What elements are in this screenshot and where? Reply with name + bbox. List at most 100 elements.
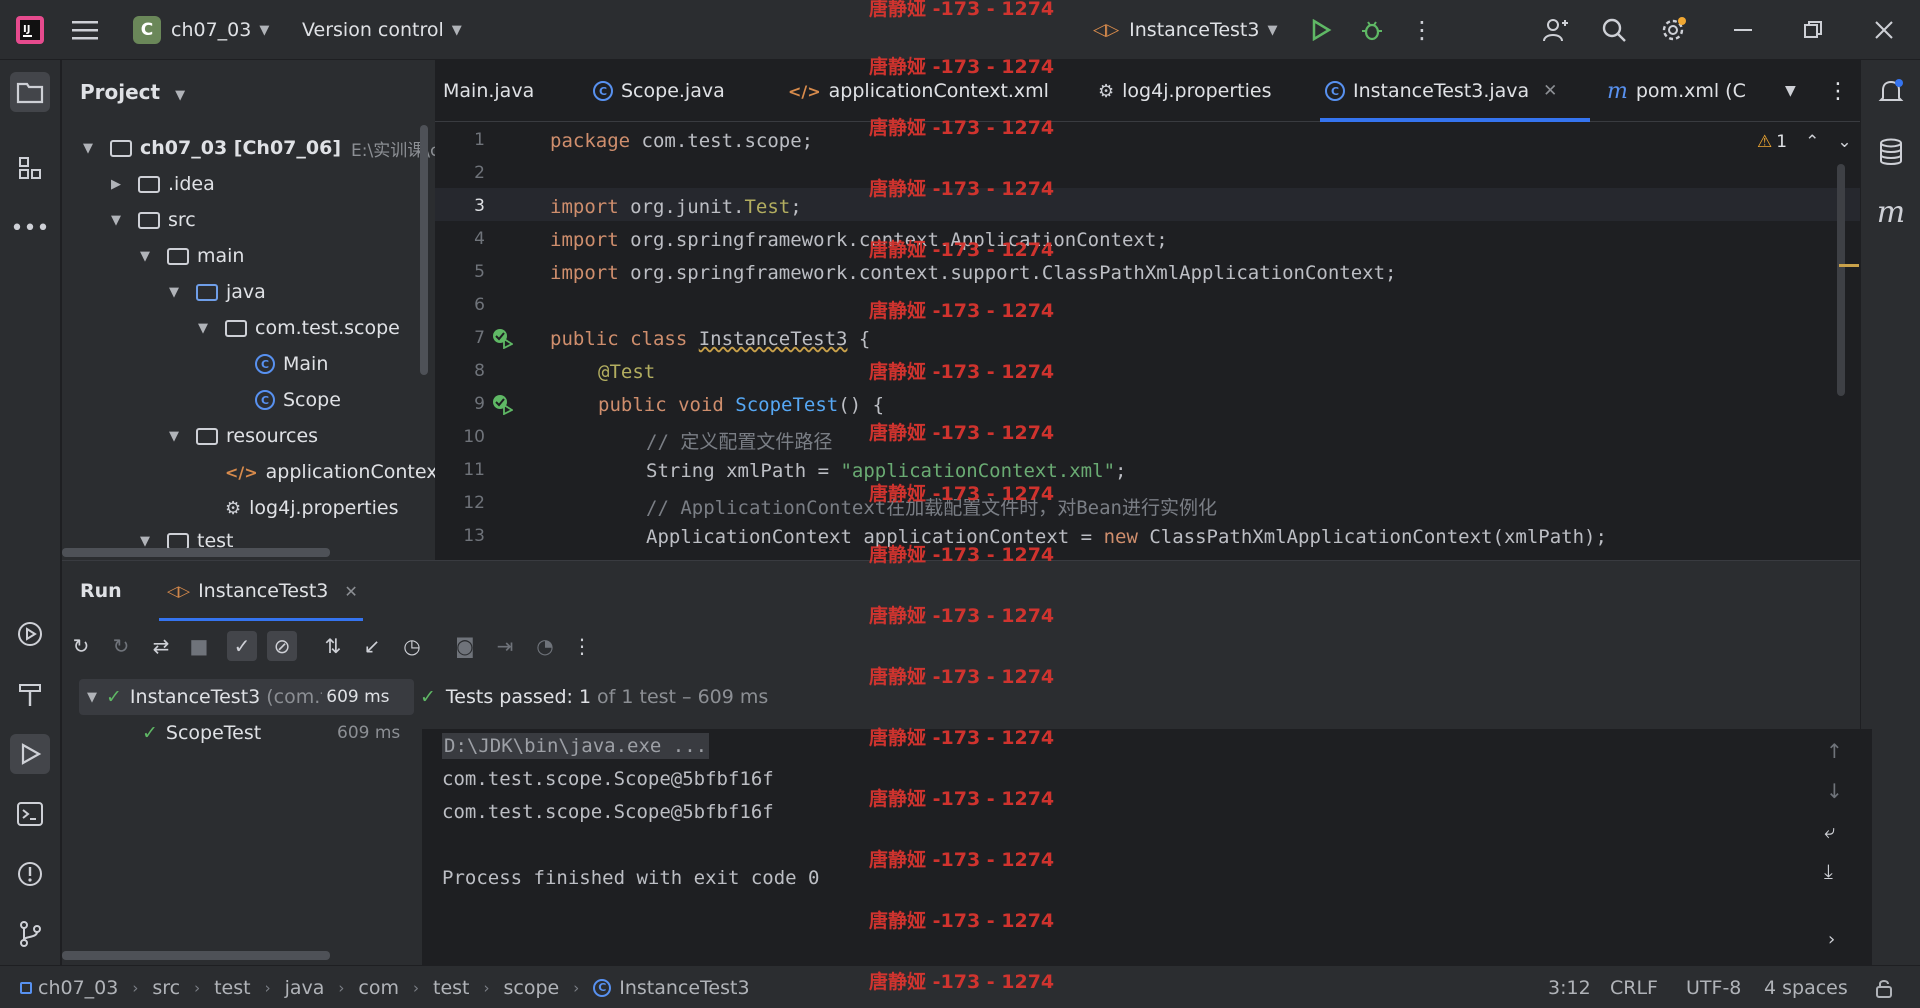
- history-icon[interactable]: ◷: [397, 631, 427, 661]
- tree-item-resources[interactable]: ▼ resources: [166, 418, 318, 454]
- tab-scope-java[interactable]: C Scope.java: [593, 60, 725, 122]
- maven-icon[interactable]: m: [1871, 192, 1911, 232]
- app-logo-icon[interactable]: IJ: [16, 0, 44, 60]
- show-ignored-icon[interactable]: ⊘: [267, 631, 297, 661]
- toggle-auto-test-icon[interactable]: ⇄: [146, 631, 176, 661]
- breadcrumb-item[interactable]: java: [285, 977, 325, 999]
- tab-run-config[interactable]: ◁▷ InstanceTest3 ✕: [159, 561, 366, 621]
- tree-item-idea[interactable]: ▶ .idea: [108, 166, 215, 202]
- tab-log4j-properties[interactable]: ⚙ log4j.properties: [1098, 60, 1271, 122]
- close-tab-icon[interactable]: ✕: [1543, 81, 1557, 101]
- breadcrumb-item[interactable]: test: [214, 977, 251, 999]
- main-menu-icon[interactable]: [72, 0, 98, 60]
- tab-pom-xml[interactable]: m pom.xml (Ch(: [1607, 60, 1747, 122]
- version-control-menu[interactable]: Version control ▼: [302, 0, 462, 60]
- show-passed-icon[interactable]: ✓: [227, 631, 257, 661]
- structure-tool-icon[interactable]: [10, 148, 50, 188]
- problems-tool-icon[interactable]: [10, 854, 50, 894]
- services-tool-icon[interactable]: [10, 614, 50, 654]
- test-row-scopetest[interactable]: ✓ ScopeTest: [142, 715, 261, 751]
- inspection-widget[interactable]: ⚠ 1 ⌃ ⌄: [1757, 132, 1852, 152]
- editor-scrollbar[interactable]: [1837, 164, 1845, 396]
- read-only-toggle-icon[interactable]: [1874, 966, 1894, 1008]
- vertical-scrollbar[interactable]: [420, 125, 428, 375]
- sort-icon[interactable]: ⇅: [318, 631, 348, 661]
- indent-setting[interactable]: 4 spaces: [1764, 966, 1848, 1008]
- chevron-down-icon[interactable]: ▼: [166, 429, 182, 444]
- tree-item-java[interactable]: ▼ java: [166, 274, 266, 310]
- more-actions-icon[interactable]: ⋮: [1404, 12, 1440, 48]
- coverage-icon[interactable]: ◔: [530, 631, 560, 661]
- tree-item-main-class[interactable]: C Main: [255, 346, 328, 382]
- tree-item-package[interactable]: ▼ com.test.scope: [195, 310, 400, 346]
- project-switcher[interactable]: C ch07_03 ▼: [133, 0, 269, 60]
- breadcrumb-item[interactable]: InstanceTest3: [619, 977, 749, 999]
- tree-item-log4j[interactable]: ⚙ log4j.properties: [225, 490, 398, 526]
- minimize-icon[interactable]: [1725, 12, 1761, 48]
- console-output[interactable]: D:\JDK\bin\java.exe ... com.test.scope.S…: [422, 729, 1872, 966]
- tab-more-icon[interactable]: ⋮: [1827, 60, 1849, 122]
- caret-position[interactable]: 3:12: [1548, 966, 1591, 1008]
- chevron-down-icon[interactable]: ▼: [84, 690, 100, 705]
- code-editor[interactable]: 1 2 3 4 5 6 7 8 9 10 11 12 13 package co…: [435, 122, 1860, 560]
- run-icon[interactable]: [1303, 12, 1339, 48]
- breadcrumb-item[interactable]: com: [358, 977, 399, 999]
- chevron-down-icon[interactable]: ▼: [166, 285, 182, 300]
- tab-list-chevron-icon[interactable]: ▼: [1785, 60, 1796, 122]
- search-icon[interactable]: [1596, 12, 1632, 48]
- stop-icon[interactable]: ■: [184, 631, 214, 661]
- run-test-gutter-icon[interactable]: [491, 327, 514, 354]
- chevron-right-icon[interactable]: ›: [1828, 929, 1835, 950]
- import-tests-icon[interactable]: ⇥: [490, 631, 520, 661]
- debug-icon[interactable]: [1354, 12, 1390, 48]
- project-panel-header[interactable]: Project ▼: [80, 80, 185, 104]
- rerun-failed-icon[interactable]: ↻: [106, 631, 136, 661]
- restore-icon[interactable]: [1795, 12, 1831, 48]
- tree-item-module[interactable]: ▼ ch07_03 [Ch07_06] E:\实训课\c: [80, 130, 439, 166]
- warning-marker[interactable]: [1839, 264, 1859, 267]
- horizontal-scrollbar[interactable]: [62, 548, 330, 557]
- soft-wrap-icon[interactable]: ⤶: [1824, 819, 1835, 843]
- terminal-tool-icon[interactable]: [10, 794, 50, 834]
- git-tool-icon[interactable]: [10, 914, 50, 954]
- database-icon[interactable]: [1871, 132, 1911, 172]
- test-row-instancetest3[interactable]: ▼ ✓ InstanceTest3 (com.t 609 ms: [84, 679, 414, 715]
- next-highlight-icon[interactable]: ⌄: [1837, 132, 1851, 152]
- line-separator[interactable]: CRLF: [1610, 966, 1658, 1008]
- build-tool-icon[interactable]: [10, 674, 50, 714]
- camera-icon[interactable]: ◙: [450, 631, 480, 661]
- tree-item-scope-class[interactable]: C Scope: [255, 382, 341, 418]
- scroll-to-end-icon[interactable]: ⤓: [1824, 859, 1833, 883]
- scroll-down-icon[interactable]: ↓: [1826, 779, 1843, 803]
- tab-run[interactable]: Run: [80, 561, 122, 621]
- rerun-icon[interactable]: ↻: [66, 631, 96, 661]
- tab-instancetest3-java[interactable]: C InstanceTest3.java ✕: [1320, 60, 1590, 122]
- chevron-down-icon[interactable]: ▼: [137, 249, 153, 264]
- breadcrumb-item[interactable]: ch07_03: [38, 977, 118, 999]
- notifications-icon[interactable]: [1871, 72, 1911, 112]
- chevron-down-icon[interactable]: ▼: [137, 534, 153, 549]
- chevron-down-icon[interactable]: ▼: [80, 141, 96, 156]
- more-options-icon[interactable]: ⋮: [567, 631, 597, 661]
- scroll-up-icon[interactable]: ↑: [1826, 739, 1843, 763]
- horizontal-scrollbar[interactable]: [62, 951, 330, 960]
- collapse-all-icon[interactable]: ↙: [357, 631, 387, 661]
- tab-appcontext-xml[interactable]: </> applicationContext.xml: [788, 60, 1049, 122]
- tree-item-src[interactable]: ▼ src: [108, 202, 196, 238]
- more-tools-icon[interactable]: •••: [10, 208, 50, 248]
- run-config-selector[interactable]: ◁▷ InstanceTest3 ▼: [1093, 0, 1277, 60]
- project-tool-icon[interactable]: [10, 72, 50, 112]
- breadcrumb-item[interactable]: scope: [504, 977, 560, 999]
- chevron-down-icon[interactable]: ▼: [195, 321, 211, 336]
- tab-main-java[interactable]: Main.java: [443, 60, 534, 122]
- add-user-icon[interactable]: [1537, 12, 1573, 48]
- breadcrumb-item[interactable]: test: [433, 977, 470, 999]
- chevron-right-icon[interactable]: ▶: [108, 177, 124, 192]
- close-tab-icon[interactable]: ✕: [344, 582, 357, 601]
- run-tool-icon[interactable]: [10, 734, 50, 774]
- file-encoding[interactable]: UTF-8: [1686, 966, 1741, 1008]
- tree-item-appcontext[interactable]: </> applicationContext.: [225, 454, 451, 490]
- settings-icon[interactable]: [1655, 12, 1691, 48]
- previous-highlight-icon[interactable]: ⌃: [1805, 132, 1819, 152]
- run-test-gutter-icon[interactable]: [491, 393, 514, 420]
